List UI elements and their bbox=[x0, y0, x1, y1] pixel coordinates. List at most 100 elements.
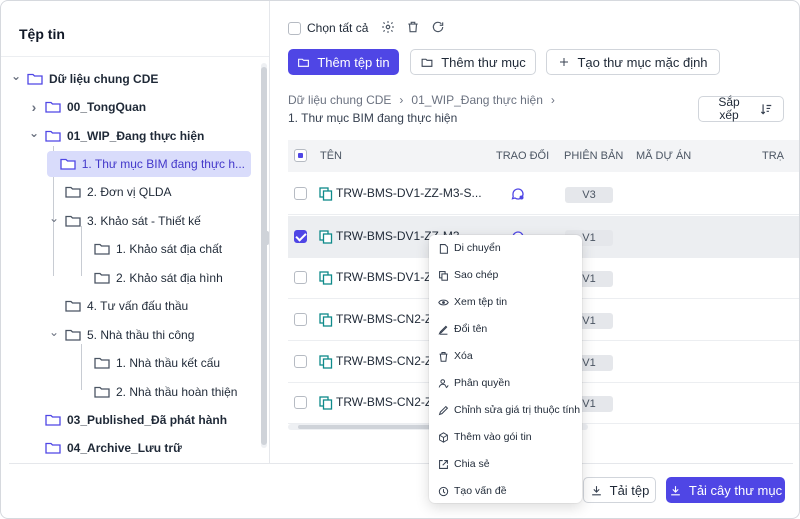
download-tree-button[interactable]: Tải cây thư mục bbox=[666, 477, 785, 503]
menu-item[interactable]: Xem tệp tin bbox=[429, 289, 582, 315]
select-all[interactable]: Chọn tất cả bbox=[288, 21, 368, 35]
rename-icon bbox=[438, 325, 448, 335]
menu-item-label: Chỉnh sửa giá trị thuộc tính bbox=[454, 404, 581, 416]
tree-item[interactable]: ⌄ 5. Nhà thầu thi công bbox=[47, 322, 194, 348]
chevron-down-icon[interactable]: ⌄ bbox=[47, 211, 61, 225]
download-icon bbox=[591, 485, 601, 495]
menu-item[interactable]: Tạo vấn đề bbox=[429, 478, 582, 504]
tree-item-label: 1. Khảo sát địa chất bbox=[116, 242, 223, 256]
folder-icon bbox=[65, 300, 81, 312]
file-name[interactable]: TRW-BMS-DV1-Z bbox=[336, 270, 432, 284]
folder-icon bbox=[45, 414, 61, 426]
menu-item-label: Di chuyển bbox=[454, 242, 501, 254]
file-name[interactable]: TRW-BMS-DV1-ZZ-M3-S... bbox=[336, 186, 482, 200]
tree-item[interactable]: 4. Tư vấn đấu thầu bbox=[47, 293, 188, 319]
breadcrumb-item[interactable]: Dữ liệu chung CDE bbox=[288, 93, 391, 107]
select-all-checkbox[interactable] bbox=[288, 21, 301, 35]
column-header-version[interactable]: PHIÊN BẢN bbox=[564, 140, 623, 172]
tree-item[interactable]: 1. Nhà thầu kết cấu bbox=[76, 350, 220, 376]
create-default-folder-button[interactable]: Tạo thư mục mặc định bbox=[546, 49, 720, 75]
add-folder-button[interactable]: Thêm thư mục bbox=[410, 49, 536, 75]
download-file-button[interactable]: Tải tệp bbox=[583, 477, 656, 503]
package-icon bbox=[439, 431, 448, 443]
row-checkbox[interactable] bbox=[294, 271, 307, 284]
row-checkbox[interactable] bbox=[294, 187, 307, 200]
folder-icon bbox=[94, 357, 110, 369]
download-tree-label: Tải cây thư mục bbox=[688, 482, 783, 498]
file-name[interactable]: TRW-BMS-CN2-Z bbox=[336, 312, 432, 326]
chevron-right-icon[interactable]: › bbox=[27, 99, 41, 115]
tree-item[interactable]: 03_Published_Đã phát hành bbox=[27, 407, 227, 433]
tree-item-label: 01_WIP_Đang thực hiện bbox=[67, 129, 205, 143]
add-file-button[interactable]: Thêm tệp tin bbox=[288, 49, 399, 75]
folder-icon bbox=[65, 186, 81, 198]
chevron-down-icon[interactable]: ⌄ bbox=[27, 126, 41, 140]
table-row[interactable]: TRW-BMS-DV1-ZZ-M3-S... V3 bbox=[288, 173, 799, 215]
menu-item-label: Đổi tên bbox=[454, 323, 488, 335]
chevron-down-icon[interactable]: ⌄ bbox=[47, 325, 61, 339]
folder-icon bbox=[45, 442, 61, 454]
settings-icon[interactable] bbox=[381, 20, 397, 36]
menu-item[interactable]: Di chuyển bbox=[429, 235, 582, 261]
menu-item[interactable]: Đổi tên bbox=[429, 316, 582, 342]
file-name[interactable]: TRW-BMS-CN2-Z bbox=[336, 354, 432, 368]
file-name[interactable]: TRW-BMS-CN2-Z bbox=[336, 395, 432, 409]
folder-icon bbox=[94, 243, 110, 255]
select-all-label: Chọn tất cả bbox=[307, 21, 369, 35]
row-checkbox[interactable] bbox=[294, 230, 307, 243]
row-checkbox[interactable] bbox=[294, 396, 307, 409]
tree-item-label: 1. Thư mục BIM đang thực h... bbox=[81, 157, 245, 171]
discussion-icon[interactable] bbox=[511, 187, 525, 201]
tree-item[interactable]: 1. Thư mục BIM đang thực h... bbox=[47, 151, 251, 177]
tree-item[interactable]: ⌄ Dữ liệu chung CDE bbox=[9, 66, 158, 92]
tree-item[interactable]: › 00_TongQuan bbox=[27, 94, 146, 120]
menu-item[interactable]: Chỉnh sửa giá trị thuộc tính bbox=[429, 397, 582, 423]
panel-resize-handle[interactable] bbox=[265, 231, 269, 245]
plus-icon bbox=[560, 58, 569, 66]
header-checkbox[interactable] bbox=[294, 149, 307, 162]
breadcrumb-item[interactable]: 01_WIP_Đang thực hiện bbox=[411, 93, 542, 107]
tree-item-label: 03_Published_Đã phát hành bbox=[67, 413, 228, 427]
folder-open-icon bbox=[421, 58, 433, 67]
tree-item[interactable]: 04_Archive_Lưu trữ bbox=[27, 435, 182, 461]
column-header-project-code[interactable]: MÃ DỰ ÁN bbox=[636, 140, 691, 172]
eye-icon bbox=[438, 299, 449, 305]
tree-item[interactable]: 2. Đơn vị QLDA bbox=[47, 179, 172, 205]
copy-icon bbox=[439, 270, 448, 281]
row-checkbox[interactable] bbox=[294, 313, 307, 326]
sort-label-line2: xếp bbox=[719, 108, 739, 122]
tree-item[interactable]: ⌄ 3. Khảo sát - Thiết kế bbox=[47, 208, 201, 234]
sort-button[interactable]: Sắp xếp bbox=[698, 96, 784, 122]
file-icon bbox=[319, 271, 333, 285]
move-icon bbox=[439, 243, 448, 254]
issue-icon bbox=[438, 486, 449, 496]
tree-scrollbar[interactable] bbox=[261, 63, 267, 448]
folder-panel: Tệp tin ⌄ Dữ liệu chung CDE › 00_TongQuan ⌄ 0… bbox=[1, 1, 270, 463]
menu-item[interactable]: Xóa bbox=[429, 343, 582, 369]
tree-item[interactable]: 2. Nhà thầu hoàn thiện bbox=[76, 379, 237, 405]
tree-item[interactable]: ⌄ 01_WIP_Đang thực hiện bbox=[27, 123, 204, 149]
column-header-status[interactable]: TRẠ bbox=[762, 140, 784, 172]
tree-item[interactable]: 1. Khảo sát địa chất bbox=[76, 236, 222, 262]
version-badge: V3 bbox=[565, 187, 613, 203]
folder-icon bbox=[27, 73, 43, 85]
row-checkbox[interactable] bbox=[294, 355, 307, 368]
breadcrumb: Dữ liệu chung CDE › 01_WIP_Đang thực hiệ… bbox=[288, 93, 563, 107]
tree-item-label: 2. Đơn vị QLDA bbox=[87, 185, 172, 199]
menu-item[interactable]: Sao chép bbox=[429, 262, 582, 288]
menu-item[interactable]: Chia sẻ bbox=[429, 451, 582, 477]
tree-item[interactable]: 2. Khảo sát địa hình bbox=[76, 265, 223, 291]
trash-icon bbox=[439, 351, 448, 362]
chevron-down-icon[interactable]: ⌄ bbox=[9, 69, 23, 83]
file-icon bbox=[319, 230, 333, 244]
menu-item[interactable]: Thêm vào gói tin bbox=[429, 424, 582, 450]
menu-item-label: Thêm vào gói tin bbox=[454, 431, 532, 443]
add-folder-label: Thêm thư mục bbox=[441, 54, 526, 70]
divider bbox=[9, 463, 793, 464]
tree-item-label: 3. Khảo sát - Thiết kế bbox=[87, 214, 201, 228]
refresh-icon[interactable] bbox=[431, 20, 447, 36]
trash-icon[interactable] bbox=[406, 20, 422, 36]
column-header-discussion[interactable]: TRAO ĐỔI bbox=[496, 140, 549, 172]
column-header-name[interactable]: TÊN bbox=[320, 140, 342, 172]
menu-item[interactable]: Phân quyền bbox=[429, 370, 582, 396]
